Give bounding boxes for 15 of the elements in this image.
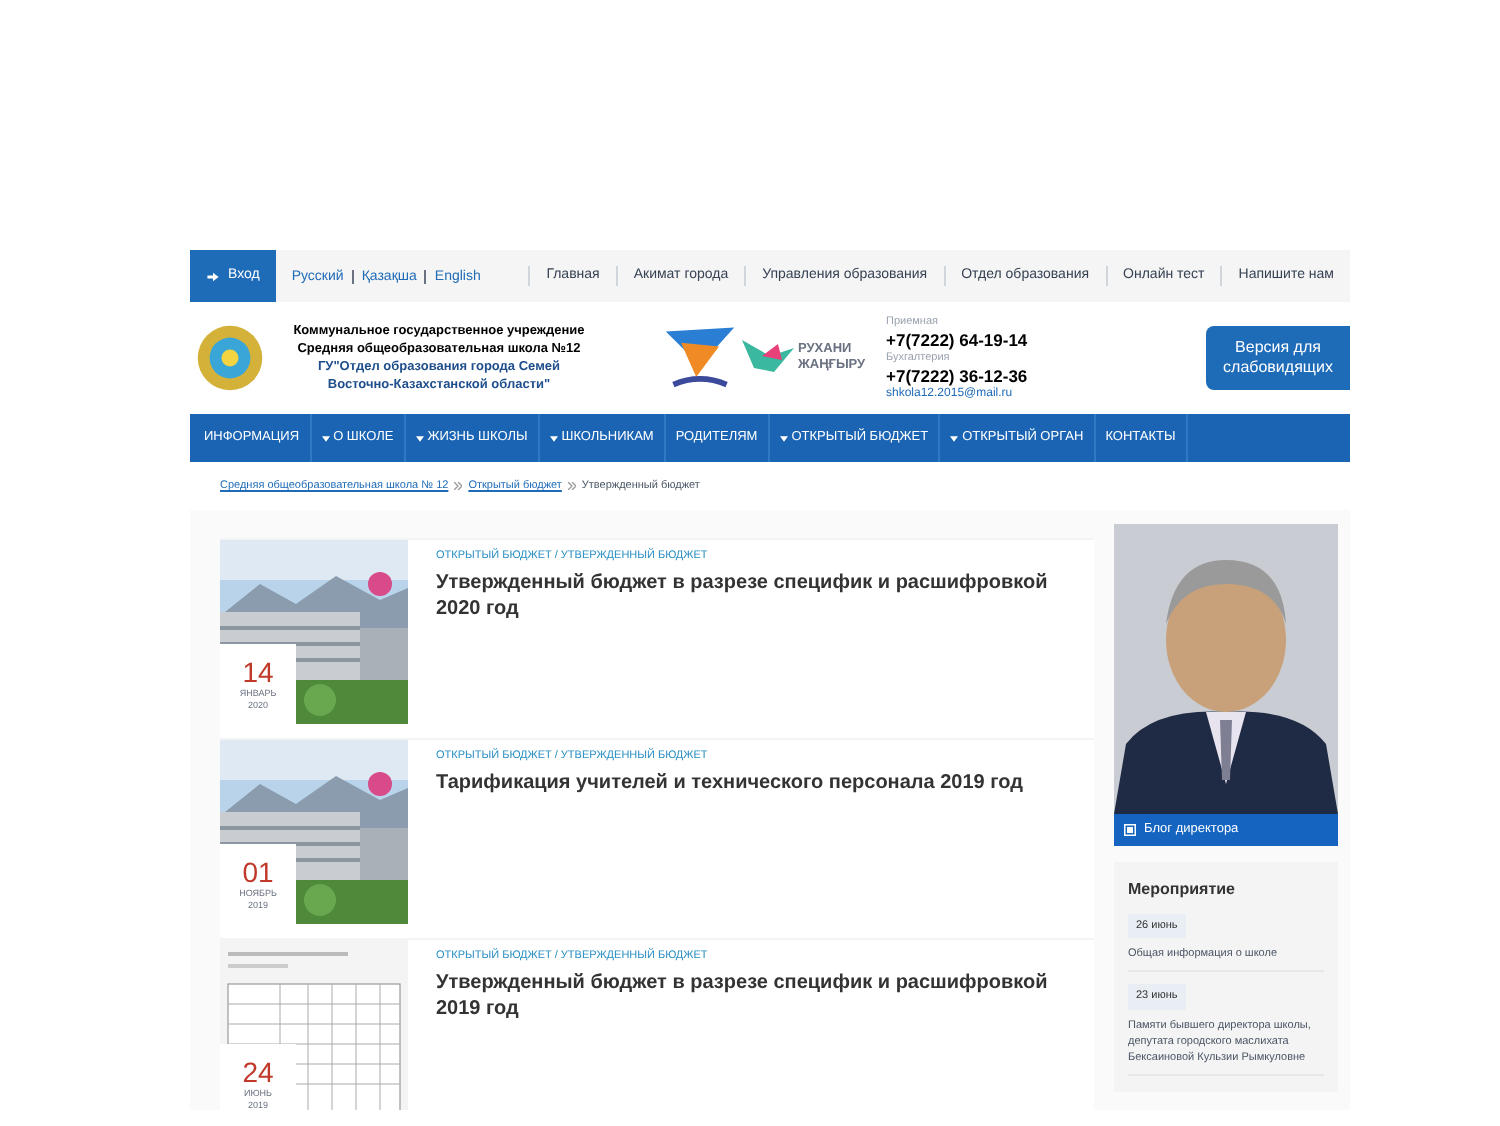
blog-icon bbox=[1124, 824, 1136, 836]
date-day: 01 bbox=[242, 857, 274, 887]
emblem-icon bbox=[196, 324, 264, 392]
date-day: 24 bbox=[242, 1057, 274, 1087]
phone-number: +7(7222) 64-19-14 bbox=[886, 331, 1030, 349]
date-day: 14 bbox=[242, 657, 274, 687]
accessibility-button[interactable]: Версия для слабовидящих bbox=[1206, 326, 1350, 390]
phone-number: +7(7222) 36-12-36 bbox=[886, 367, 1030, 385]
chevron-icon bbox=[454, 482, 463, 490]
chevron-icon bbox=[567, 482, 576, 490]
post-title[interactable]: Утвержденный бюджет в разрезе специфик и расшифровкой 2019 год bbox=[436, 970, 1048, 1023]
post-title[interactable]: Утвержденный бюджет в разрезе специфик и расшифровкой 2020 год bbox=[436, 570, 1048, 623]
post-title[interactable]: Тарификация учителей и технического персонала 2019 год bbox=[436, 770, 1048, 797]
events-title: Мероприятие bbox=[1128, 878, 1237, 902]
login-icon bbox=[206, 269, 220, 283]
